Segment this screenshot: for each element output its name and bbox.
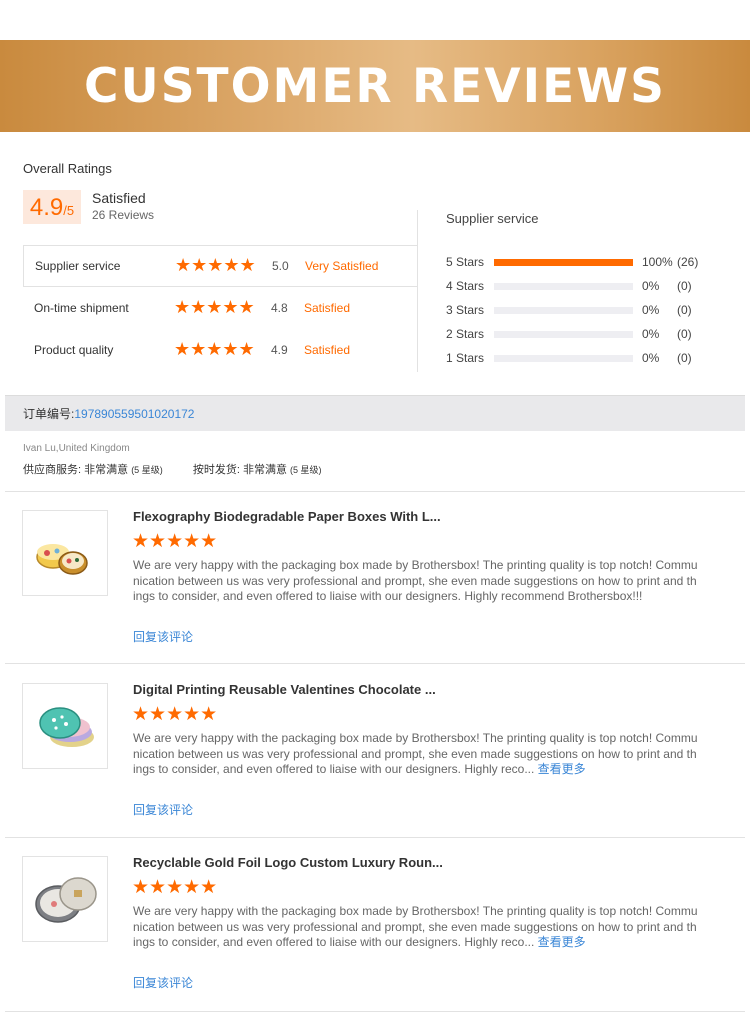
review-star-rating: ★★★★★ xyxy=(132,531,218,552)
dist-row-3-stars[interactable]: 3 Stars 0% (0) xyxy=(446,298,736,322)
overall-score: 4.9 xyxy=(29,194,64,221)
product-yellow-tin-icon[interactable] xyxy=(22,510,108,596)
dist-percent: 0% xyxy=(642,327,660,341)
dist-row-5-stars[interactable]: 5 Stars 100% (26) xyxy=(446,250,736,274)
service-rating-level: (5 星级) xyxy=(131,465,163,475)
reviews-banner: CUSTOMER REVIEWS xyxy=(0,40,750,132)
dist-label: 2 Stars xyxy=(446,327,485,341)
dist-percent: 0% xyxy=(642,303,660,317)
dist-bar xyxy=(494,354,633,362)
star-distribution: 5 Stars 100% (26) 4 Stars 0% (0) 3 Stars… xyxy=(446,250,736,370)
order-number-label: 订单编号: xyxy=(23,407,75,421)
review-product-title[interactable]: Flexography Biodegradable Paper Boxes Wi… xyxy=(133,509,441,524)
dist-percent: 0% xyxy=(642,279,660,293)
rating-label: On-time shipment xyxy=(34,301,129,315)
rating-score: 4.9 xyxy=(271,343,288,357)
overall-satisfaction: Satisfied xyxy=(92,190,146,206)
product-grey-tin-icon[interactable] xyxy=(22,856,108,942)
order-header: 订单编号: 197890559501020172 xyxy=(5,395,745,431)
dist-bar xyxy=(494,282,633,290)
dist-count: (0) xyxy=(677,327,692,341)
review-body: We are very happy with the packaging box… xyxy=(133,558,698,603)
review-divider xyxy=(5,1011,745,1012)
see-more-link[interactable]: 查看更多 xyxy=(534,762,586,776)
overall-score-suffix: /5 xyxy=(63,203,75,218)
supplier-service-title: Supplier service xyxy=(446,211,539,226)
overall-score-badge: 4.9 /5 xyxy=(23,190,81,224)
dist-percent: 0% xyxy=(642,351,660,365)
rating-row-on-time-shipment[interactable]: On-time shipment ★★★★★ 4.8 Satisfied xyxy=(23,287,418,329)
dist-bar-fill xyxy=(494,258,633,266)
dist-count: (0) xyxy=(677,351,692,365)
order-number-link[interactable]: 197890559501020172 xyxy=(74,407,194,421)
shipping-rating-level: (5 星级) xyxy=(290,465,322,475)
rating-score: 4.8 xyxy=(271,301,288,315)
dist-bar xyxy=(494,330,633,338)
review-product-title[interactable]: Recyclable Gold Foil Logo Custom Luxury … xyxy=(133,855,443,870)
dist-label: 3 Stars xyxy=(446,303,485,317)
dist-count: (26) xyxy=(677,255,699,269)
dist-count: (0) xyxy=(677,279,692,293)
review-star-rating: ★★★★★ xyxy=(132,877,218,898)
rating-breakdown: Supplier service ★★★★★ 5.0 Very Satisfie… xyxy=(23,245,418,371)
review-text: We are very happy with the packaging box… xyxy=(133,558,698,605)
star-rating-icon: ★★★★★ xyxy=(174,339,255,360)
order-service-ratings: 供应商服务: 非常满意 (5 星级) 按时发货: 非常满意 (5 星级) xyxy=(23,461,322,477)
dist-bar xyxy=(494,258,633,266)
review-star-rating: ★★★★★ xyxy=(132,704,218,725)
rating-row-supplier-service[interactable]: Supplier service ★★★★★ 5.0 Very Satisfie… xyxy=(23,245,418,287)
rating-score: 5.0 xyxy=(272,259,289,273)
dist-row-2-stars[interactable]: 2 Stars 0% (0) xyxy=(446,322,736,346)
reviews-count: 26 Reviews xyxy=(92,208,155,222)
reply-review-link[interactable]: 回复该评论 xyxy=(133,974,193,991)
product-green-tin-icon[interactable] xyxy=(22,683,108,769)
review-text: We are very happy with the packaging box… xyxy=(133,731,698,778)
star-rating-icon: ★★★★★ xyxy=(175,255,256,276)
buyer-info: Ivan Lu,United Kingdom xyxy=(23,443,130,454)
dist-count: (0) xyxy=(677,303,692,317)
review-item: Recyclable Gold Foil Logo Custom Luxury … xyxy=(0,838,750,991)
reply-review-link[interactable]: 回复该评论 xyxy=(133,801,193,818)
reply-review-link[interactable]: 回复该评论 xyxy=(133,628,193,645)
dist-label: 1 Stars xyxy=(446,351,485,365)
dist-bar xyxy=(494,306,633,314)
overall-ratings-label: Overall Ratings xyxy=(23,161,112,176)
shipping-rating-label: 按时发货: 非常满意 xyxy=(192,464,287,476)
review-item: Digital Printing Reusable Valentines Cho… xyxy=(0,665,750,818)
service-rating-label: 供应商服务: 非常满意 xyxy=(23,464,129,476)
rating-label: Product quality xyxy=(34,343,114,357)
dist-label: 5 Stars xyxy=(446,255,485,269)
rating-text: Satisfied xyxy=(304,343,351,357)
review-body: We are very happy with the packaging box… xyxy=(133,904,698,949)
star-rating-icon: ★★★★★ xyxy=(174,297,255,318)
dist-label: 4 Stars xyxy=(446,279,485,293)
review-item: Flexography Biodegradable Paper Boxes Wi… xyxy=(0,492,750,645)
rating-text: Satisfied xyxy=(304,301,351,315)
dist-percent: 100% xyxy=(642,255,673,269)
dist-row-4-stars[interactable]: 4 Stars 0% (0) xyxy=(446,274,736,298)
review-text: We are very happy with the packaging box… xyxy=(133,904,698,951)
review-body: We are very happy with the packaging box… xyxy=(133,731,698,776)
rating-label: Supplier service xyxy=(35,259,121,273)
banner-title: CUSTOMER REVIEWS xyxy=(84,58,666,114)
rating-text: Very Satisfied xyxy=(305,259,379,273)
rating-row-product-quality[interactable]: Product quality ★★★★★ 4.9 Satisfied xyxy=(23,329,418,371)
review-product-title[interactable]: Digital Printing Reusable Valentines Cho… xyxy=(133,682,436,697)
dist-row-1-stars[interactable]: 1 Stars 0% (0) xyxy=(446,346,736,370)
review-divider xyxy=(5,663,745,664)
see-more-link[interactable]: 查看更多 xyxy=(534,935,586,949)
